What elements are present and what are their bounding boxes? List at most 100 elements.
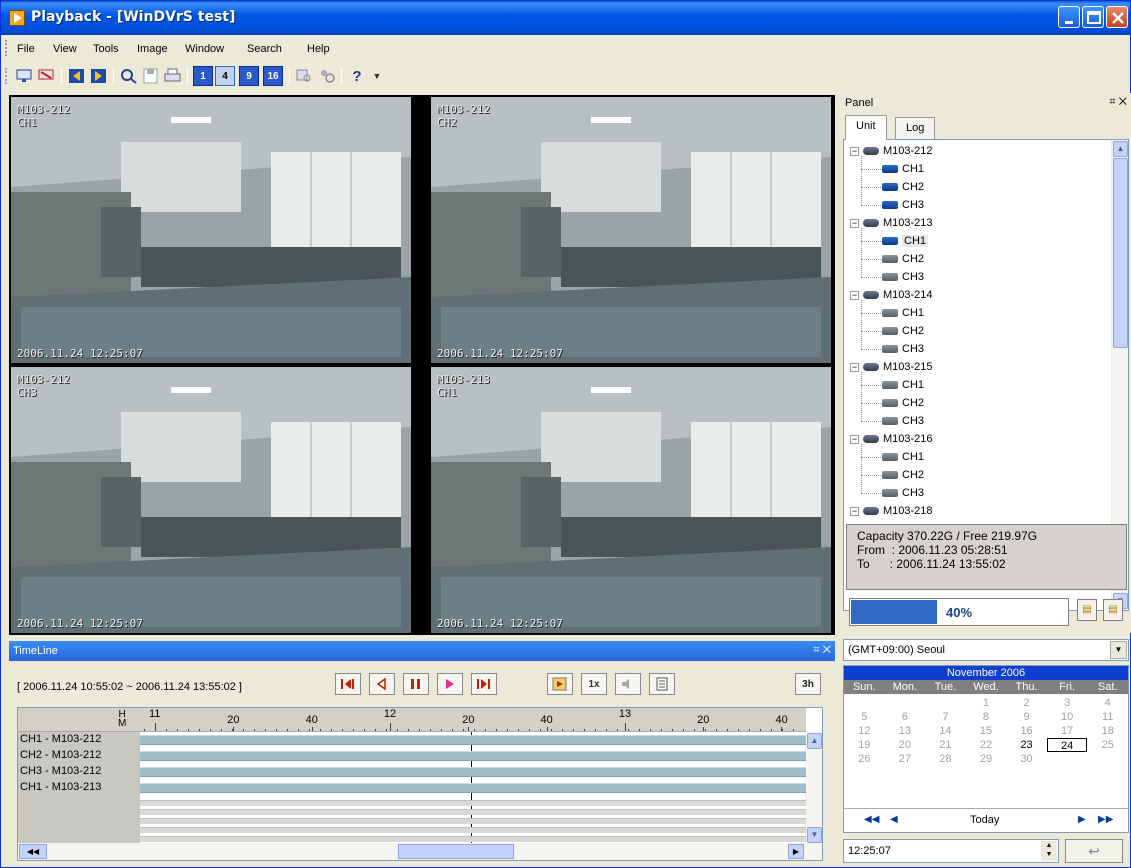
tl-hscroll-thumb[interactable] [398, 844, 514, 859]
calendar-day[interactable]: 26 [844, 752, 885, 766]
calendar-day[interactable]: 7 [925, 710, 966, 724]
scroll-up-icon[interactable]: ▲ [1113, 141, 1128, 157]
tl-scroll-left-icon[interactable]: ◀◀ [19, 844, 47, 859]
calendar-day[interactable]: 15 [966, 724, 1007, 738]
speed-button[interactable]: 1x [581, 673, 607, 695]
calendar-day[interactable]: 5 [844, 710, 885, 724]
collapse-icon[interactable]: − [850, 434, 859, 444]
calendar-day[interactable]: 8 [966, 710, 1007, 724]
collapse-icon[interactable]: − [850, 290, 859, 300]
timezone-select[interactable]: (GMT+09:00) Seoul ▼ [843, 639, 1129, 661]
tree-unit[interactable]: − M103-213 [850, 214, 933, 232]
camera-view[interactable]: M103-212 CH1 2006.11.24 12:25:07 [11, 97, 411, 363]
time-input[interactable]: 12:25:07 ▲ ▼ [843, 839, 1059, 863]
tree-channel[interactable]: CH2 [882, 178, 924, 196]
time-spinner[interactable]: ▲ ▼ [1041, 841, 1057, 861]
recording-bar[interactable] [140, 783, 806, 793]
play-button[interactable] [437, 673, 463, 695]
calendar-day[interactable]: 21 [925, 738, 966, 752]
timeline-hscroll[interactable]: ◀◀ ▶ [18, 843, 822, 860]
calendar-day[interactable]: 11 [1087, 710, 1128, 724]
tree-channel[interactable]: CH3 [882, 340, 924, 358]
tree-channel[interactable]: CH1 [882, 232, 929, 250]
export-icon[interactable]: ▤ [1077, 599, 1097, 621]
tree-channel[interactable]: CH3 [882, 196, 924, 214]
print-icon[interactable] [163, 66, 183, 86]
calendar-day[interactable]: 19 [844, 738, 885, 752]
tree-channel[interactable]: CH1 [882, 448, 924, 466]
camera-view[interactable]: M103-212 CH2 2006.11.24 12:25:07 [431, 97, 831, 363]
close-button[interactable] [1106, 6, 1128, 28]
maximize-button[interactable] [1082, 6, 1104, 28]
tab-log[interactable]: Log [895, 117, 936, 139]
camera-view[interactable]: M103-213 CH1 2006.11.24 12:25:07 [431, 367, 831, 633]
prev-frame-icon[interactable] [67, 66, 87, 86]
calendar-day[interactable]: 18 [1087, 724, 1128, 738]
calendar-day[interactable]: 28 [925, 752, 966, 766]
snapshot-button[interactable] [547, 673, 573, 695]
menu-file[interactable]: File [17, 43, 35, 55]
timeline-row-label[interactable]: CH1 - M103-212 [18, 733, 140, 747]
next-month-icon[interactable]: ▶ [1078, 814, 1086, 825]
step-forward-button[interactable] [471, 673, 497, 695]
tree-channel[interactable]: CH2 [882, 466, 924, 484]
calendar-day[interactable]: 22 [966, 738, 1007, 752]
collapse-icon[interactable]: − [850, 362, 859, 372]
help-icon[interactable]: ? [347, 66, 367, 86]
search-people-icon[interactable] [317, 66, 337, 86]
prev-month-icon[interactable]: ◀ [890, 814, 898, 825]
tree-channel[interactable]: CH2 [882, 322, 924, 340]
timeline-row-label[interactable]: CH1 - M103-213 [18, 781, 140, 795]
menu-help[interactable]: Help [307, 43, 330, 55]
tree-channel[interactable]: CH3 [882, 268, 924, 286]
collapse-icon[interactable]: − [850, 146, 859, 156]
tree-channel[interactable]: CH3 [882, 484, 924, 502]
view-16-button[interactable]: 16 [263, 66, 283, 86]
tree-unit[interactable]: − M103-215 [850, 358, 933, 376]
view-4-button[interactable]: 4 [215, 66, 235, 86]
recording-bar[interactable] [140, 767, 806, 777]
timeline-row-label[interactable]: CH2 - M103-212 [18, 749, 140, 763]
timeline-pin-icon[interactable]: ⌗ ✕ [813, 644, 831, 657]
tree-channel[interactable]: CH3 [882, 412, 924, 430]
menu-view[interactable]: View [53, 43, 77, 55]
tree-unit[interactable]: − M103-218 [850, 502, 933, 520]
report-icon[interactable]: ▤ [1103, 599, 1123, 621]
hours-button[interactable]: 3h [795, 673, 821, 695]
go-button[interactable]: ↩ [1065, 839, 1123, 863]
pin-icon[interactable]: ⌗ ✕ [1109, 96, 1127, 109]
toolbar-overflow-icon[interactable]: ▼ [367, 66, 387, 86]
zoom-icon[interactable] [119, 66, 139, 86]
menu-tools[interactable]: Tools [93, 43, 119, 55]
timeline-row-label[interactable]: CH3 - M103-212 [18, 765, 140, 779]
calendar-day[interactable]: 9 [1006, 710, 1047, 724]
calendar-day[interactable]: 20 [885, 738, 926, 752]
collapse-icon[interactable]: − [850, 506, 859, 516]
chevron-down-icon[interactable]: ▼ [1110, 641, 1127, 659]
tree-channel[interactable]: CH2 [882, 394, 924, 412]
toolbar-grip[interactable] [5, 68, 8, 84]
tree-unit[interactable]: − M103-214 [850, 286, 933, 304]
collapse-icon[interactable]: − [850, 218, 859, 228]
save-icon[interactable] [141, 66, 161, 86]
timeline-vscroll[interactable]: ▲ ▼ [805, 732, 822, 844]
calendar-day[interactable]: 13 [885, 724, 926, 738]
camera-view[interactable]: M103-212 CH3 2006.11.24 12:25:07 [11, 367, 411, 633]
calendar-day[interactable]: 17 [1047, 724, 1088, 738]
timeline-grid[interactable]: HM 11 20 40 12 20 40 13 20 40 ▲ ▼ ◀◀ ▶ CH1 - M10… [17, 707, 823, 861]
menu-search[interactable]: Search [247, 43, 282, 55]
minimize-button[interactable] [1058, 6, 1080, 28]
calendar-day[interactable]: 30 [1006, 752, 1047, 766]
mute-button[interactable] [615, 673, 641, 695]
tl-scroll-down-icon[interactable]: ▼ [807, 827, 822, 843]
title-bar[interactable]: Playback - [WinDVrS test] [1, 1, 1130, 35]
calendar-day[interactable]: 4 [1087, 696, 1128, 710]
calendar-day[interactable]: 27 [885, 752, 926, 766]
connect-icon[interactable] [15, 66, 35, 86]
search-image-icon[interactable] [295, 66, 315, 86]
prev-year-icon[interactable]: ◀◀ [864, 814, 879, 825]
calendar-day[interactable]: 16 [1006, 724, 1047, 738]
log-button[interactable] [649, 673, 675, 695]
calendar-day[interactable]: 23 [1006, 738, 1047, 752]
calendar-day[interactable]: 6 [885, 710, 926, 724]
